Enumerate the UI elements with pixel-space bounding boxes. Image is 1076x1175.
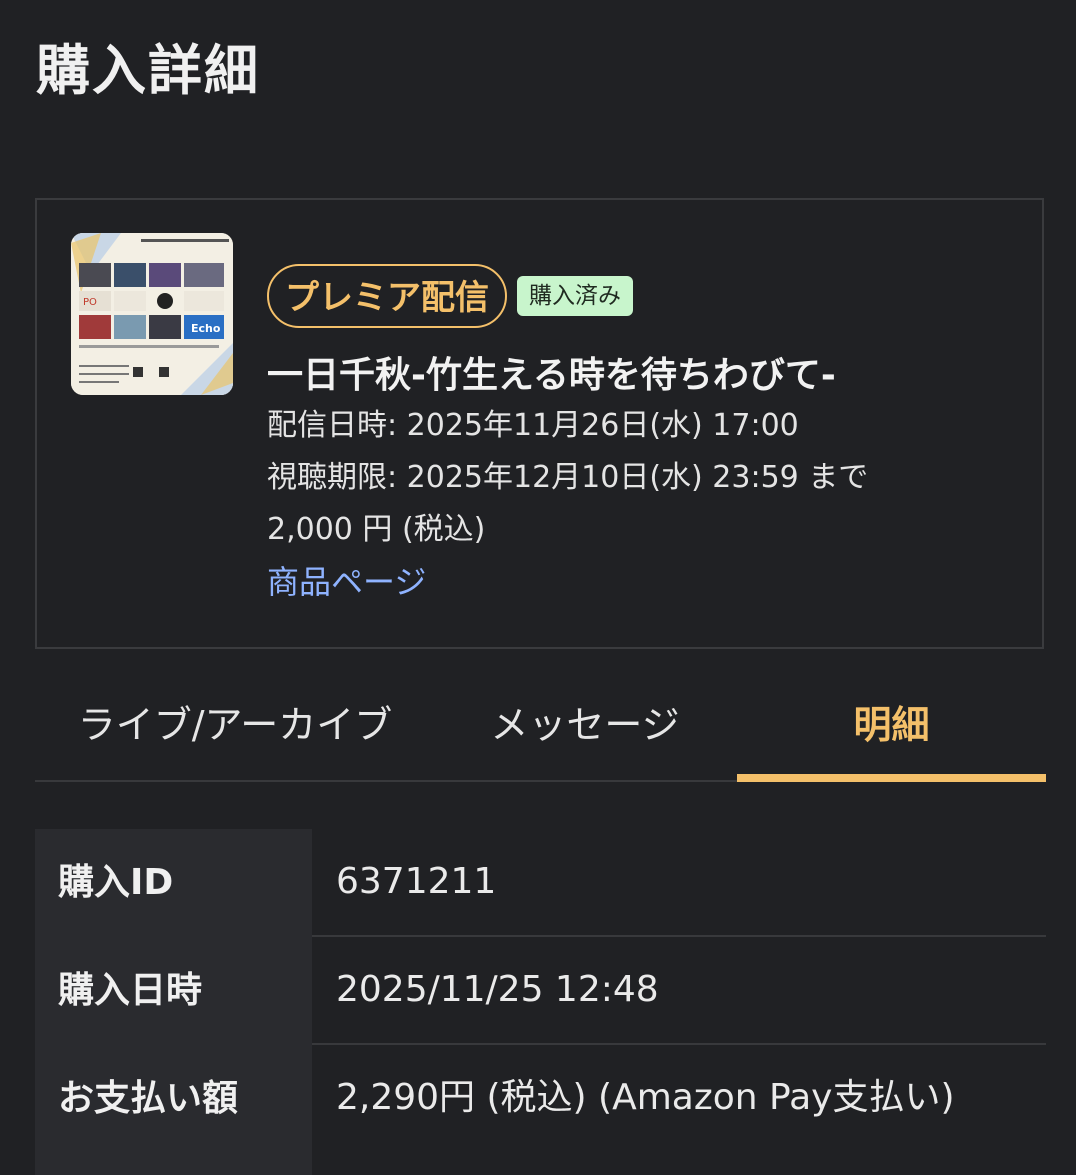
purchase-datetime-value: 2025/11/25 12:48: [312, 937, 1046, 1045]
product-info: プレミア配信 購入済み 一日千秋-竹生える時を待ちわびて- 配信日時: 2025…: [267, 262, 1027, 608]
purchase-id-value: 6371211: [312, 829, 1046, 937]
tab-messages[interactable]: メッセージ: [435, 670, 735, 780]
product-title: 一日千秋-竹生える時を待ちわびて-: [267, 355, 836, 396]
table-row: お支払い額 2,290円 (税込) (Amazon Pay支払い): [35, 1045, 1046, 1175]
table-row: 購入ID 6371211: [35, 829, 1046, 937]
badge-row: プレミア配信 購入済み: [267, 262, 1027, 330]
tab-bar: ライブ/アーカイブ メッセージ 明細: [35, 670, 1046, 782]
event-flyer-image: PO Echo: [71, 233, 233, 395]
table-row: 購入日時 2025/11/25 12:48: [35, 937, 1046, 1045]
product-price: 2,000 円 (税込): [267, 512, 486, 547]
stream-datetime: 配信日時: 2025年11月26日(水) 17:00: [267, 408, 799, 443]
active-tab-indicator: [737, 774, 1046, 782]
viewing-deadline: 視聴期限: 2025年12月10日(水) 23:59 まで: [267, 460, 869, 495]
svg-text:PO: PO: [83, 297, 97, 308]
product-page-link[interactable]: 商品ページ: [267, 556, 426, 608]
details-table: 購入ID 6371211 購入日時 2025/11/25 12:48 お支払い額…: [35, 829, 1046, 1175]
tab-details[interactable]: 明細: [737, 670, 1046, 780]
status-badge: 購入済み: [517, 276, 633, 316]
payment-amount-label: お支払い額: [35, 1045, 312, 1175]
purchase-datetime-label: 購入日時: [35, 937, 312, 1045]
product-card: PO Echo プレミア配信 購入済み 一日千秋-竹生える時を待ちわびて- 配信…: [35, 198, 1044, 649]
purchase-id-label: 購入ID: [35, 829, 312, 937]
page-title: 購入詳細: [36, 39, 260, 102]
premiere-badge: プレミア配信: [267, 264, 507, 328]
svg-text:Echo: Echo: [191, 322, 221, 335]
tab-live-archive[interactable]: ライブ/アーカイブ: [35, 670, 435, 780]
payment-amount-value: 2,290円 (税込) (Amazon Pay支払い): [336, 1077, 955, 1118]
